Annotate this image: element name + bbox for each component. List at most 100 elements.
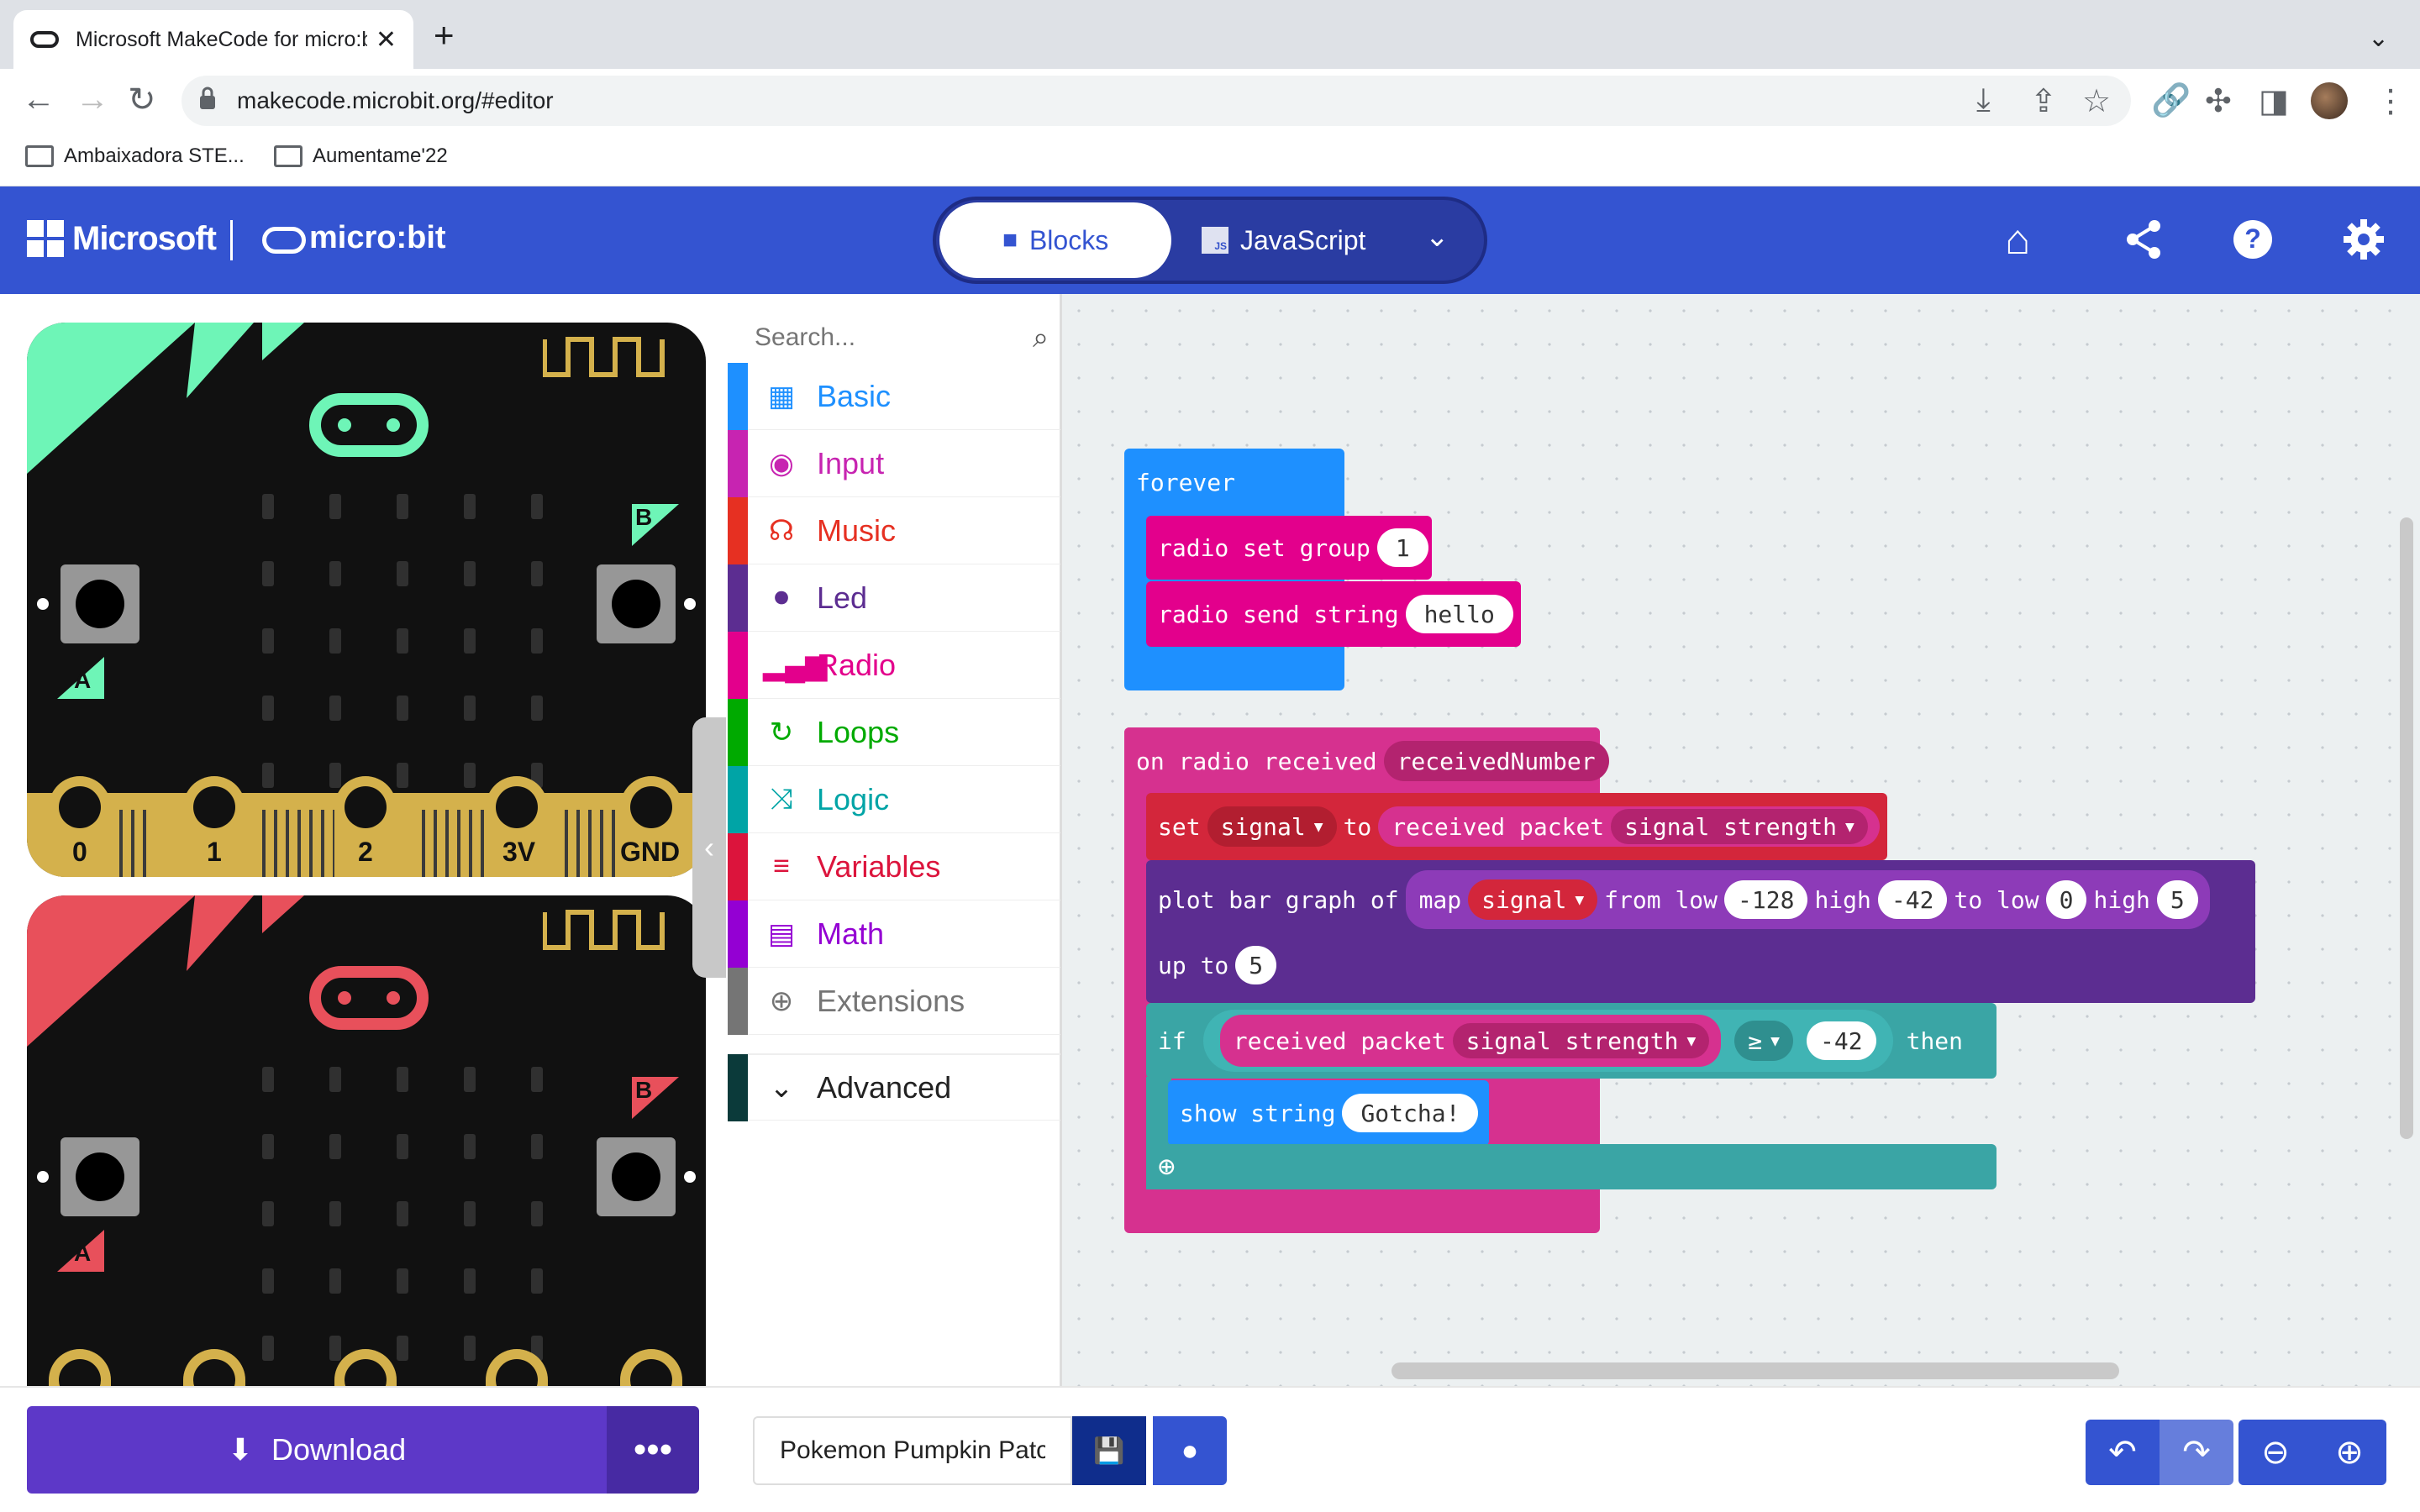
- bookmark-star-icon[interactable]: ☆: [2082, 82, 2111, 120]
- edge-dot: [37, 598, 49, 610]
- reload-icon[interactable]: ↻: [128, 81, 156, 119]
- browser-tab[interactable]: Microsoft MakeCode for micro:bit ✕: [13, 10, 413, 69]
- blocks-mode-button[interactable]: ■ Blocks: [939, 202, 1171, 278]
- button-b[interactable]: [597, 564, 676, 643]
- download-button[interactable]: ⬇ Download: [27, 1406, 607, 1494]
- close-tab-icon[interactable]: ✕: [376, 25, 397, 55]
- pin-label: 1: [207, 837, 222, 867]
- received-packet-block[interactable]: received packet signal strength ▼: [1219, 1015, 1722, 1067]
- signal-variable-dropdown[interactable]: signal ▼: [1207, 806, 1337, 847]
- category-advanced[interactable]: ⌄ Advanced: [728, 1053, 1060, 1121]
- to-high-input[interactable]: 5: [2156, 880, 2198, 919]
- category-label: Variables: [817, 848, 941, 884]
- zoom-out-button[interactable]: ⊖: [2238, 1420, 2312, 1485]
- microsoft-label[interactable]: Microsoft: [72, 220, 217, 258]
- javascript-mode-button[interactable]: JS JavaScript: [1202, 202, 1365, 278]
- compare-value-input[interactable]: -42: [1807, 1021, 1876, 1060]
- if-then-block[interactable]: if received packet signal strength ▼ ≥ ▼ -…: [1146, 1003, 1996, 1079]
- led-cell: [464, 1201, 476, 1226]
- from-high-input[interactable]: -42: [1877, 880, 1948, 919]
- tab-search-chevron-icon[interactable]: ⌄: [2368, 24, 2389, 53]
- to-low-input[interactable]: 0: [2045, 880, 2087, 919]
- extensions-puzzle-icon[interactable]: ✣: [2205, 82, 2232, 120]
- more-options-button[interactable]: •••: [607, 1406, 699, 1494]
- board-corner-decoration: [27, 895, 304, 1047]
- install-app-icon[interactable]: ⤓: [1976, 82, 1991, 118]
- category-music[interactable]: ☊ Music: [728, 496, 1060, 564]
- comparison-block[interactable]: received packet signal strength ▼ ≥ ▼ -42: [1202, 1010, 1893, 1072]
- forward-arrow-icon[interactable]: →: [76, 81, 109, 118]
- new-tab-icon[interactable]: +: [434, 15, 455, 55]
- microbit-brand-label[interactable]: micro:bit: [309, 220, 446, 256]
- operator-dropdown[interactable]: ≥ ▼: [1734, 1021, 1794, 1061]
- plot-bar-graph-block[interactable]: plot bar graph of map signal ▼ from low -…: [1146, 860, 2255, 1003]
- category-basic[interactable]: ▦ Basic: [728, 362, 1060, 430]
- category-led[interactable]: ⏺ Led: [728, 564, 1060, 632]
- group-number-input[interactable]: 1: [1376, 528, 1428, 567]
- radio-send-string-block[interactable]: radio send string hello: [1146, 581, 1521, 647]
- bookmark-ambaixadora[interactable]: Ambaixadora STE...: [25, 144, 245, 168]
- microbit-face-logo-icon[interactable]: [309, 966, 429, 1030]
- browser-menu-icon[interactable]: ⋮: [2375, 82, 2407, 120]
- microbit-face-logo-icon[interactable]: [309, 393, 429, 457]
- side-panel-icon[interactable]: ◨: [2259, 82, 2289, 120]
- signal-variable-dropdown[interactable]: signal ▼: [1468, 879, 1598, 920]
- led-cell: [262, 1067, 274, 1092]
- lock-icon[interactable]: [198, 86, 217, 111]
- up-to-input[interactable]: 5: [1235, 946, 1277, 984]
- share-icon[interactable]: ⇪: [2030, 82, 2057, 120]
- link-extension-icon[interactable]: 🔗: [2151, 82, 2191, 119]
- profile-avatar[interactable]: [2311, 82, 2348, 119]
- led-cell: [464, 628, 476, 654]
- led-cell: [397, 561, 408, 586]
- button-a[interactable]: [60, 1137, 139, 1216]
- home-icon[interactable]: ⌂: [2005, 215, 2030, 264]
- bookmark-aumentame[interactable]: Aumentame'22: [274, 144, 448, 168]
- show-string-block[interactable]: show string Gotcha!: [1168, 1080, 1489, 1146]
- forever-label: forever: [1136, 469, 1236, 496]
- save-button[interactable]: 💾: [1072, 1416, 1146, 1485]
- category-input[interactable]: ◉ Input: [728, 429, 1060, 497]
- github-button[interactable]: ●: [1153, 1416, 1227, 1485]
- received-packet-block[interactable]: received packet signal strength ▼: [1378, 806, 1880, 847]
- redo-button[interactable]: ↷: [2160, 1420, 2233, 1485]
- add-else-plus-icon[interactable]: ⊕: [1158, 1150, 1175, 1184]
- toolbox-search-input[interactable]: [755, 323, 998, 352]
- workspace-horizontal-scrollbar[interactable]: [1392, 1362, 2119, 1379]
- from-low-input[interactable]: -128: [1724, 880, 1808, 919]
- button-a[interactable]: [60, 564, 139, 643]
- show-string-input[interactable]: Gotcha!: [1342, 1094, 1479, 1132]
- set-variable-block[interactable]: set signal ▼ to received packet signal st…: [1146, 793, 1887, 860]
- radio-set-group-block[interactable]: radio set group 1: [1146, 516, 1432, 580]
- category-extensions[interactable]: ⊕ Extensions: [728, 967, 1060, 1035]
- address-bar[interactable]: makecode.microbit.org/#editor: [182, 76, 2131, 126]
- packet-property-dropdown[interactable]: signal strength ▼: [1452, 1023, 1710, 1058]
- collapse-simulator-button[interactable]: ‹: [692, 717, 726, 978]
- send-string-input[interactable]: hello: [1405, 595, 1513, 633]
- led-cell: [531, 1201, 543, 1226]
- workspace-vertical-scrollbar[interactable]: [2400, 517, 2413, 1139]
- language-dropdown-chevron-icon[interactable]: ⌄: [1425, 220, 1449, 254]
- received-number-param[interactable]: receivedNumber: [1383, 741, 1609, 781]
- category-variables[interactable]: ≡ Variables: [728, 832, 1060, 900]
- category-math[interactable]: ▤ Math: [728, 900, 1060, 968]
- search-icon[interactable]: ⌕: [1033, 322, 1049, 354]
- microbit-simulator-board-2[interactable]: A B: [27, 895, 706, 1450]
- packet-property-dropdown[interactable]: signal strength ▼: [1611, 809, 1868, 844]
- map-block[interactable]: map signal ▼ from low -128 high -42 to lo…: [1405, 870, 2210, 929]
- project-name-input[interactable]: [753, 1416, 1072, 1485]
- category-logic[interactable]: ⤨ Logic: [728, 765, 1060, 833]
- category-loops[interactable]: ↻ Loops: [728, 698, 1060, 766]
- toolbox-search[interactable]: ⌕: [755, 312, 1049, 363]
- button-b[interactable]: [597, 1137, 676, 1216]
- zoom-in-button[interactable]: ⊕: [2312, 1420, 2386, 1485]
- back-arrow-icon[interactable]: ←: [22, 81, 55, 118]
- undo-button[interactable]: ↶: [2086, 1420, 2160, 1485]
- settings-gear-icon[interactable]: [2343, 218, 2385, 260]
- help-icon[interactable]: ?: [2232, 218, 2274, 260]
- category-radio[interactable]: ▂▄▆ Radio: [728, 631, 1060, 699]
- microbit-simulator-board-1[interactable]: A B 0 1 2 3V GND: [27, 323, 706, 877]
- signal-icon: ▂▄▆: [763, 648, 828, 681]
- share-network-icon[interactable]: [2123, 218, 2165, 260]
- category-label: Math: [817, 916, 885, 951]
